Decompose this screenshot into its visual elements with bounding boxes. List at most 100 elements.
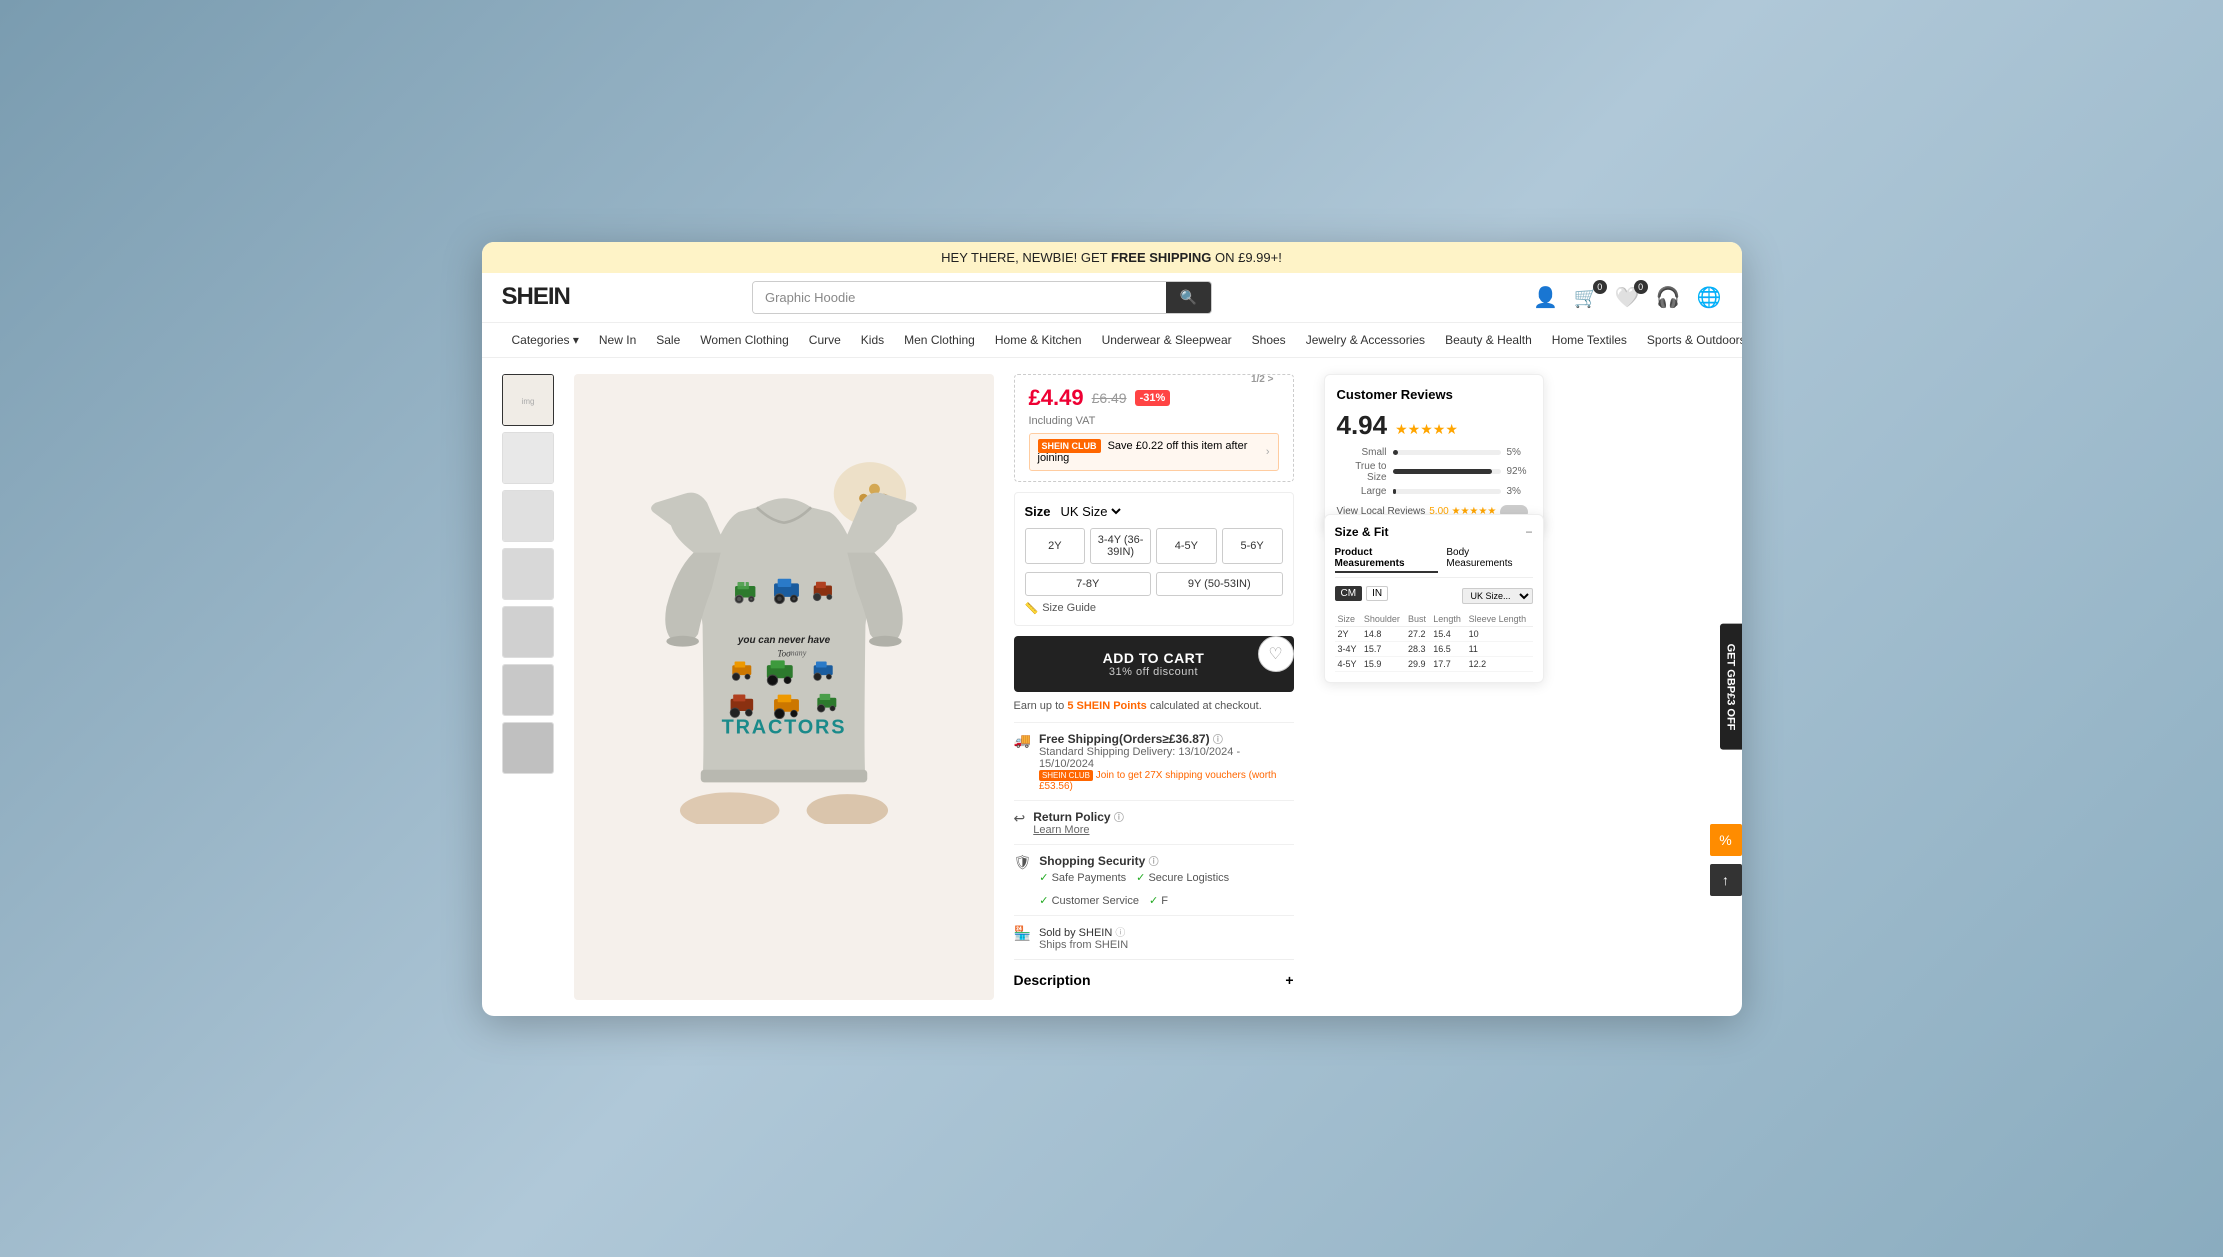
size-region-select[interactable]: UK Size EU Size US Size: [1057, 503, 1124, 520]
club-badge-small: SHEIN CLUB: [1039, 770, 1093, 781]
cell-size-2: 3-4Y: [1335, 641, 1361, 656]
col-length: Length: [1430, 612, 1465, 627]
wishlist-button[interactable]: ♡: [1258, 636, 1294, 672]
shipping-date: Standard Shipping Delivery: 13/10/2024 -…: [1039, 746, 1294, 770]
size-fit-table: Size Shoulder Bust Length Sleeve Length …: [1335, 612, 1533, 672]
table-row: 2Y 14.8 27.2 15.4 10: [1335, 626, 1533, 641]
nav-item-beauty[interactable]: Beauty & Health: [1435, 323, 1542, 357]
size-fit-close[interactable]: −: [1525, 525, 1532, 539]
cart-icon[interactable]: 🛒0: [1574, 285, 1599, 310]
fit-track-small: [1393, 450, 1501, 455]
return-learn-more[interactable]: Learn More: [1033, 824, 1089, 836]
table-row: 4-5Y 15.9 29.9 17.7 12.2: [1335, 656, 1533, 671]
unit-cm[interactable]: CM: [1335, 586, 1363, 601]
logo[interactable]: SHEIN: [502, 283, 582, 311]
thumbnail-2[interactable]: [502, 432, 554, 484]
thumbnail-1[interactable]: img: [502, 374, 554, 426]
earn-count: 5: [1067, 700, 1073, 712]
table-row: 3-4Y 15.7 28.3 16.5 11: [1335, 641, 1533, 656]
security-row: 🛡 Shopping Security ⓘ 1/2 > Safe Payment…: [1014, 844, 1294, 915]
shipping-club-link[interactable]: SHEIN CLUB Join to get 27X shipping vouc…: [1039, 770, 1294, 792]
discount-sub-text: 31% off discount: [1028, 666, 1280, 678]
svg-text:many: many: [788, 648, 806, 657]
size-section: Size UK Size EU Size US Size 2Y 3-4Y (36…: [1014, 492, 1294, 626]
description-row[interactable]: Description +: [1014, 959, 1294, 1000]
nav-item-kids[interactable]: Kids: [851, 323, 894, 357]
headset-icon[interactable]: 🎧: [1656, 285, 1681, 310]
size-guide-link[interactable]: 📏 Size Guide: [1025, 602, 1283, 615]
fit-fill-large: [1393, 489, 1396, 494]
cell-size-1: 2Y: [1335, 626, 1361, 641]
scroll-top-button[interactable]: ↑: [1710, 864, 1742, 896]
security-customer-service: Customer Service: [1039, 894, 1139, 907]
reviews-stars: ★★★★★: [1395, 421, 1458, 438]
add-to-cart-button[interactable]: ADD TO CART 31% off discount: [1014, 636, 1294, 692]
cart-badge: 0: [1593, 280, 1607, 294]
product-image-area: you can never have Too many: [574, 374, 994, 894]
size-grid2: 7-8Y 9Y (50-53IN): [1025, 572, 1283, 596]
thumbnail-7[interactable]: [502, 722, 554, 774]
size-btn-45y[interactable]: 4-5Y: [1156, 528, 1217, 564]
nav-item-sports[interactable]: Sports & Outdoors: [1637, 323, 1742, 357]
main-content: img: [482, 358, 1742, 1016]
nav-item-men[interactable]: Men Clothing: [894, 323, 985, 357]
user-icon[interactable]: 👤: [1533, 285, 1558, 310]
nav-item-sale[interactable]: Sale: [646, 323, 690, 357]
search-button[interactable]: 🔍: [1166, 282, 1211, 313]
nav-item-new[interactable]: New In: [589, 323, 646, 357]
nav-item-home-textiles[interactable]: Home Textiles: [1542, 323, 1637, 357]
banner-text1: HEY THERE, NEWBIE! GET: [941, 250, 1111, 265]
tab-body-measurements[interactable]: Body Measurements: [1446, 547, 1532, 573]
nav-item-shoes[interactable]: Shoes: [1242, 323, 1296, 357]
globe-icon[interactable]: 🌐: [1697, 285, 1722, 310]
nav-item-home[interactable]: Home & Kitchen: [985, 323, 1092, 357]
add-cart-wrap: ADD TO CART 31% off discount: [1014, 636, 1294, 696]
security-content: Shopping Security ⓘ 1/2 > Safe Payments …: [1039, 853, 1293, 907]
cell-bust-2: 28.3: [1405, 641, 1430, 656]
col-bust: Bust: [1405, 612, 1430, 627]
cell-length-3: 17.7: [1430, 656, 1465, 671]
club-arrow: ›: [1266, 446, 1270, 458]
size-label: Size UK Size EU Size US Size: [1025, 503, 1283, 520]
thumbnail-3[interactable]: [502, 490, 554, 542]
thumbnail-6[interactable]: [502, 664, 554, 716]
club-badge: SHEIN CLUB: [1038, 439, 1101, 453]
heart-icon: ♡: [1268, 644, 1282, 664]
size-btn-78y[interactable]: 7-8Y: [1025, 572, 1152, 596]
percent-icon: %: [1719, 832, 1731, 848]
col-sleeve: Sleeve Length: [1466, 612, 1533, 627]
size-btn-34y[interactable]: 3-4Y (36-39IN): [1090, 528, 1151, 564]
size-grid: 2Y 3-4Y (36-39IN) 4-5Y 5-6Y: [1025, 528, 1283, 564]
size-select[interactable]: UK Size...: [1462, 588, 1533, 604]
price-row: £4.49 £6.49 -31%: [1029, 385, 1279, 411]
nav-item-curve[interactable]: Curve: [799, 323, 851, 357]
size-btn-9y[interactable]: 9Y (50-53IN): [1156, 572, 1283, 596]
club-row[interactable]: SHEIN CLUB Save £0.22 off this item afte…: [1029, 433, 1279, 471]
thumbnail-5[interactable]: [502, 606, 554, 658]
security-title: Shopping Security ⓘ 1/2 >: [1039, 853, 1293, 868]
side-promo-tab[interactable]: GET GBP£3 OFF: [1720, 623, 1742, 750]
banner-text2: ON £9.99+!: [1211, 250, 1281, 265]
nav-item-categories[interactable]: Categories ▾: [502, 323, 589, 357]
earn-text: Earn up to 5 SHEIN Points calculated at …: [1014, 700, 1294, 712]
nav-item-underwear[interactable]: Underwear & Sleepwear: [1092, 323, 1242, 357]
nav-item-jewelry[interactable]: Jewelry & Accessories: [1296, 323, 1435, 357]
search-bar: 🔍: [752, 281, 1212, 314]
unit-in[interactable]: IN: [1366, 586, 1388, 601]
reviews-title: Customer Reviews: [1337, 387, 1531, 402]
fit-pct-true: 92%: [1507, 466, 1531, 477]
search-input[interactable]: [753, 282, 1166, 313]
discount-side-button[interactable]: %: [1710, 824, 1742, 856]
wishlist-icon[interactable]: 🤍0: [1615, 285, 1640, 310]
size-btn-2y[interactable]: 2Y: [1025, 528, 1086, 564]
size-fit-tabs: Product Measurements Body Measurements: [1335, 547, 1533, 578]
fit-pct-small: 5%: [1507, 447, 1531, 458]
ruler-icon: 📏: [1025, 602, 1039, 615]
fit-label-large: Large: [1337, 486, 1387, 497]
side-promo-text: GET GBP£3 OFF: [1725, 643, 1737, 730]
cell-bust-1: 27.2: [1405, 626, 1430, 641]
size-btn-56y[interactable]: 5-6Y: [1222, 528, 1283, 564]
nav-item-women[interactable]: Women Clothing: [690, 323, 799, 357]
tab-product-measurements[interactable]: Product Measurements: [1335, 547, 1439, 573]
thumbnail-4[interactable]: [502, 548, 554, 600]
